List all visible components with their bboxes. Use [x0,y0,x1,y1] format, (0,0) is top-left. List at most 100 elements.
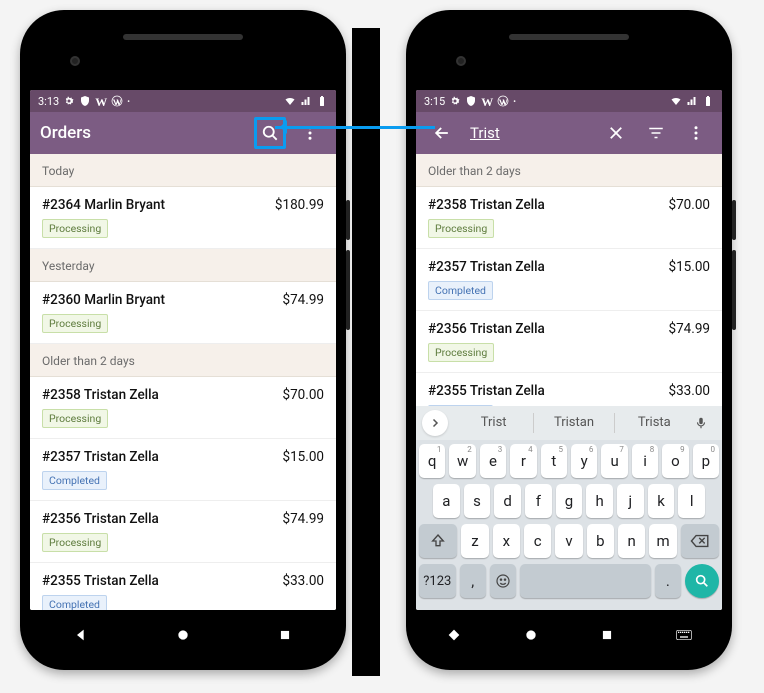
key-t[interactable]: t5 [541,444,567,478]
key-i[interactable]: i8 [632,444,658,478]
signal-icon [300,95,312,107]
key-period[interactable]: . [655,564,681,598]
order-title: #2355 Tristan Zella [42,573,159,589]
order-row[interactable]: #2356 Tristan Zella$74.99Processing [416,311,722,373]
suggestion-item[interactable]: Trista [615,413,694,433]
order-row[interactable]: #2360 Marlin Bryant$74.99Processing [30,282,336,344]
order-row[interactable]: #2364 Marlin Bryant$180.99Processing [30,187,336,249]
key-w[interactable]: w2 [449,444,475,478]
key-shift[interactable] [419,524,457,558]
key-u[interactable]: u7 [601,444,627,478]
overflow-menu-button[interactable] [294,117,326,149]
signal-icon [686,95,698,107]
key-j[interactable]: j [617,484,644,518]
order-price: $33.00 [283,573,325,589]
nav-home-icon[interactable] [173,625,193,645]
order-price: $70.00 [283,387,325,403]
status-bar: 3:13 W • [30,90,336,112]
key-z[interactable]: z [461,524,488,558]
key-l[interactable]: l [678,484,705,518]
key-space[interactable] [520,564,651,598]
order-title: #2364 Marlin Bryant [42,197,165,213]
order-price: $33.00 [669,383,711,399]
order-row[interactable]: #2355 Tristan Zella$33.00Completed [416,373,722,406]
key-f[interactable]: f [525,484,552,518]
key-e[interactable]: e3 [480,444,506,478]
order-row[interactable]: #2358 Tristan Zella$70.00Processing [416,187,722,249]
key-o[interactable]: o9 [662,444,688,478]
filter-button[interactable] [640,117,672,149]
wordpress-icon [497,95,509,107]
app-bar: Orders [30,112,336,154]
suggestion-item[interactable]: Trist [454,413,534,433]
status-time: 3:15 [424,95,445,108]
nav-back-icon[interactable] [444,625,464,645]
search-app-bar: Trist [416,112,722,154]
order-title: #2357 Tristan Zella [428,259,545,275]
search-input[interactable]: Trist [466,124,592,142]
key-emoji[interactable] [490,564,516,598]
order-title: #2356 Tristan Zella [42,511,159,527]
key-p[interactable]: p0 [693,444,719,478]
phone-right: 3:15 W • Trist [406,10,732,670]
order-price: $15.00 [669,259,711,275]
order-price: $15.00 [283,449,325,465]
status-badge: Processing [42,533,108,552]
key-d[interactable]: d [494,484,521,518]
page-title: Orders [40,123,246,143]
status-time: 3:13 [38,95,59,108]
section-header: Today [30,154,336,187]
key-h[interactable]: h [586,484,613,518]
nav-keyboard-icon[interactable] [674,625,694,645]
key-b[interactable]: b [587,524,614,558]
key-numbers[interactable]: ?123 [419,564,456,598]
suggestion-item[interactable]: Tristan [534,413,614,433]
wifi-icon [284,95,296,107]
battery-icon [316,95,328,107]
order-row[interactable]: #2358 Tristan Zella$70.00Processing [30,377,336,439]
order-row[interactable]: #2357 Tristan Zella$15.00Completed [416,249,722,311]
mic-button[interactable] [694,416,722,430]
w-icon: W [481,95,493,107]
key-q[interactable]: q1 [419,444,445,478]
key-v[interactable]: v [555,524,582,558]
nav-home-icon[interactable] [521,625,541,645]
order-price: $180.99 [275,197,324,213]
key-c[interactable]: c [524,524,551,558]
order-title: #2357 Tristan Zella [42,449,159,465]
nav-recent-icon[interactable] [275,625,295,645]
key-y[interactable]: y6 [571,444,597,478]
status-badge: Processing [42,409,108,428]
overflow-menu-button[interactable] [680,117,712,149]
nav-back-icon[interactable] [71,625,91,645]
key-backspace[interactable] [681,524,719,558]
section-header: Older than 2 days [30,344,336,377]
order-row[interactable]: #2356 Tristan Zella$74.99Processing [30,501,336,563]
key-k[interactable]: k [648,484,675,518]
section-header: Yesterday [30,249,336,282]
nav-recent-icon[interactable] [597,625,617,645]
search-results-list[interactable]: Older than 2 days#2358 Tristan Zella$70.… [416,154,722,406]
android-navbar [30,616,336,654]
back-button[interactable] [426,117,458,149]
dot-icon: • [127,97,130,106]
android-navbar [416,616,722,654]
key-n[interactable]: n [618,524,645,558]
key-s[interactable]: s [464,484,491,518]
key-x[interactable]: x [493,524,520,558]
order-row[interactable]: #2355 Tristan Zella$33.00Completed [30,563,336,610]
key-search[interactable] [685,564,719,598]
order-row[interactable]: #2357 Tristan Zella$15.00Completed [30,439,336,501]
orders-list[interactable]: Today #2364 Marlin Bryant $180.99 Processin… [30,154,336,610]
shield-icon [465,95,477,107]
key-a[interactable]: a [433,484,460,518]
status-badge: Processing [42,314,108,333]
key-r[interactable]: r4 [510,444,536,478]
key-g[interactable]: g [556,484,583,518]
key-m[interactable]: m [649,524,676,558]
wordpress-icon [111,95,123,107]
clear-search-button[interactable] [600,117,632,149]
status-badge: Processing [428,219,494,238]
key-comma[interactable]: , [460,564,486,598]
expand-suggestions-button[interactable] [422,410,448,436]
